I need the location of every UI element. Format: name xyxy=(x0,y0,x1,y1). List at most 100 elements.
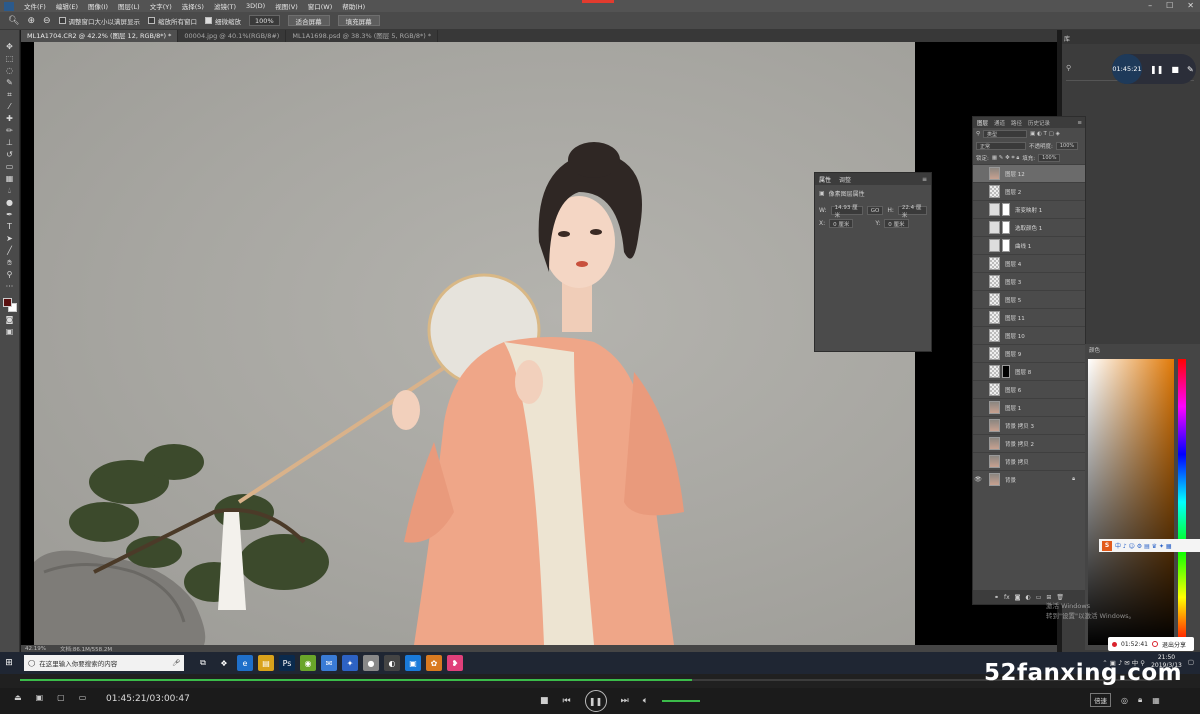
layer-mask-thumbnail[interactable] xyxy=(1002,239,1010,252)
panel-menu-icon[interactable]: ≡ xyxy=(922,176,927,183)
tab-history[interactable]: 历史记录 xyxy=(1028,119,1050,127)
dodge-tool-icon[interactable]: ● xyxy=(5,198,15,207)
menu-type[interactable]: 文字(Y) xyxy=(150,1,172,11)
eyedropper-tool-icon[interactable]: ⁄ xyxy=(5,102,15,111)
more-icon[interactable]: ▦ xyxy=(1152,696,1160,705)
stamp-tool-icon[interactable]: ⊥ xyxy=(5,138,15,147)
previous-icon[interactable]: ⏮ xyxy=(563,696,571,706)
exit-share-button[interactable]: 退出分享 xyxy=(1162,640,1186,649)
tab-document-1[interactable]: ML1A1704.CR2 @ 42.2% (图层 12, RGB/8*) * xyxy=(21,30,179,42)
new-layer-icon[interactable]: ⊞ xyxy=(1046,594,1051,601)
resize-windows-checkbox[interactable]: 调整窗口大小以满屏显示 xyxy=(58,16,140,26)
mail-icon[interactable]: ✉ xyxy=(321,655,337,671)
chat-bubble-icon[interactable]: ▭ xyxy=(79,693,87,702)
hand-tool-icon[interactable]: ✋︎ xyxy=(5,258,15,267)
layer-row[interactable]: 图层 10 xyxy=(973,326,1085,344)
layer-row[interactable]: 图层 3 xyxy=(973,272,1085,290)
type-tool-icon[interactable]: T xyxy=(5,222,15,231)
avatar-app-icon[interactable]: ● xyxy=(363,655,379,671)
dock-search-icon[interactable]: ⚲ xyxy=(1066,64,1071,72)
mic-icon[interactable]: 🎤︎ xyxy=(172,659,180,667)
layer-row[interactable]: 背景 拷贝 3 xyxy=(973,416,1085,434)
menu-view[interactable]: 视图(V) xyxy=(275,1,298,11)
exit-share-icon[interactable] xyxy=(1151,641,1158,647)
marquee-tool-icon[interactable]: ⬚ xyxy=(5,54,15,63)
browser-icon[interactable]: ◉ xyxy=(300,655,316,671)
volume-icon[interactable]: 🔈︎ xyxy=(643,696,648,706)
crop-tool-icon[interactable]: ⌗ xyxy=(5,90,15,99)
color-swatches[interactable] xyxy=(2,298,17,312)
tab-paths[interactable]: 路径 xyxy=(1011,119,1022,127)
move-tool-icon[interactable]: ✥ xyxy=(5,42,15,51)
layer-mask-thumbnail[interactable] xyxy=(1002,365,1010,378)
link-dimensions-button[interactable]: GO xyxy=(866,206,884,215)
layer-row[interactable]: 图层 1 xyxy=(973,398,1085,416)
recorder-pause-icon[interactable]: ❚❚ xyxy=(1150,65,1163,74)
layer-row[interactable]: 图层 8 xyxy=(973,362,1085,380)
visibility-eye-icon[interactable]: 👁︎ xyxy=(973,476,983,483)
pause-button[interactable]: ❚❚ xyxy=(584,690,607,712)
tab-channels[interactable]: 通道 xyxy=(994,119,1005,127)
adjustment-layer-icon[interactable]: ◐ xyxy=(1025,594,1030,601)
eraser-tool-icon[interactable]: ▭ xyxy=(5,162,15,171)
history-brush-icon[interactable]: ↺ xyxy=(5,150,15,159)
layer-row[interactable]: 图层 12 xyxy=(973,164,1085,182)
layer-row[interactable]: 图层 9 xyxy=(973,344,1085,362)
layer-row[interactable]: 选取颜色 1 xyxy=(973,218,1085,236)
email-client-icon[interactable]: ✦ xyxy=(342,655,358,671)
hue-slider[interactable] xyxy=(1178,359,1186,645)
recorder-stop-icon[interactable]: ■ xyxy=(1171,65,1179,74)
lasso-tool-icon[interactable]: ◌ xyxy=(5,66,15,75)
quick-select-tool-icon[interactable]: ✎ xyxy=(5,78,15,87)
blur-tool-icon[interactable]: 💧︎ xyxy=(5,186,15,195)
menu-file[interactable]: 文件(F) xyxy=(24,1,46,11)
speed-button[interactable]: 倍速 xyxy=(1090,693,1111,707)
menu-edit[interactable]: 编辑(E) xyxy=(56,1,78,11)
maximize-button[interactable]: ☐ xyxy=(1166,1,1173,10)
tab-adjustments[interactable]: 调整 xyxy=(839,175,851,184)
layer-row[interactable]: 图层 11 xyxy=(973,308,1085,326)
notifications-icon[interactable]: ▢ xyxy=(1188,658,1194,666)
menu-3d[interactable]: 3D(D) xyxy=(246,2,265,10)
add-mask-icon[interactable]: ◙ xyxy=(1015,594,1021,601)
layer-row[interactable]: 图层 4 xyxy=(973,254,1085,272)
tab-properties[interactable]: 属性 xyxy=(819,175,831,184)
width-field[interactable]: 14.93 厘米 xyxy=(830,205,863,219)
fit-screen-button[interactable]: 适合屏幕 xyxy=(287,15,330,26)
fx-icon[interactable]: fx xyxy=(1004,594,1010,601)
chat-icon[interactable]: ❥ xyxy=(447,655,463,671)
window-icon[interactable]: ▣ xyxy=(36,693,44,702)
store-icon[interactable]: ❖ xyxy=(216,655,232,671)
taskbar-search[interactable]: ◯ 在这里输入你要搜索的内容 🎤︎ xyxy=(24,655,184,671)
layer-filter-select[interactable]: 类型 xyxy=(983,130,1028,138)
delete-layer-icon[interactable]: 🗑︎ xyxy=(1056,594,1064,601)
close-button[interactable]: ✕ xyxy=(1187,1,1194,10)
opacity-field[interactable]: 100% xyxy=(1055,142,1079,150)
menu-image[interactable]: 图像(I) xyxy=(88,1,108,11)
layer-row[interactable]: 曲线 1 xyxy=(973,236,1085,254)
minimize-button[interactable]: – xyxy=(1148,1,1152,10)
gradient-tool-icon[interactable]: ▦ xyxy=(5,174,15,183)
menu-select[interactable]: 选择(S) xyxy=(182,1,204,11)
layer-row[interactable]: 背景 拷贝 2 xyxy=(973,434,1085,452)
blend-mode-select[interactable]: 正常 xyxy=(976,142,1026,150)
comment-icon[interactable]: ◎ xyxy=(1121,696,1128,705)
zoom-all-windows-checkbox[interactable]: 缩放所有窗口 xyxy=(148,16,197,26)
screenshot-icon[interactable]: ▢ xyxy=(57,693,65,702)
layer-row[interactable]: 渐变映射 1 xyxy=(973,200,1085,218)
libraries-tab[interactable]: 库 xyxy=(1064,34,1070,43)
link-layers-icon[interactable]: ⚭ xyxy=(994,594,999,601)
ime-status-icons[interactable]: 中 ♪ ☺ ⚙ ▤ ♛ ✦ ▦ xyxy=(1115,541,1172,550)
scrubby-zoom-checkbox[interactable]: 细微缩放 xyxy=(205,16,241,26)
layer-row[interactable]: 👁︎ 背景 🔒︎ xyxy=(973,470,1085,488)
fill-field[interactable]: 100% xyxy=(1038,154,1061,162)
zoom-tool-icon[interactable]: 🔍︎ xyxy=(8,16,19,26)
media-icon[interactable]: ◐ xyxy=(384,655,400,671)
zoom-tool-side-icon[interactable]: ⚲ xyxy=(5,270,15,279)
menu-window[interactable]: 窗口(W) xyxy=(308,1,333,11)
screen-record-icon[interactable]: ▣ xyxy=(405,655,421,671)
quick-mask-icon[interactable]: ◙ xyxy=(5,315,15,324)
wechat-icon[interactable]: ✿ xyxy=(426,655,442,671)
zoom-100-button[interactable]: 100% xyxy=(249,15,280,26)
screen-mode-icon[interactable]: ▣ xyxy=(5,327,15,336)
